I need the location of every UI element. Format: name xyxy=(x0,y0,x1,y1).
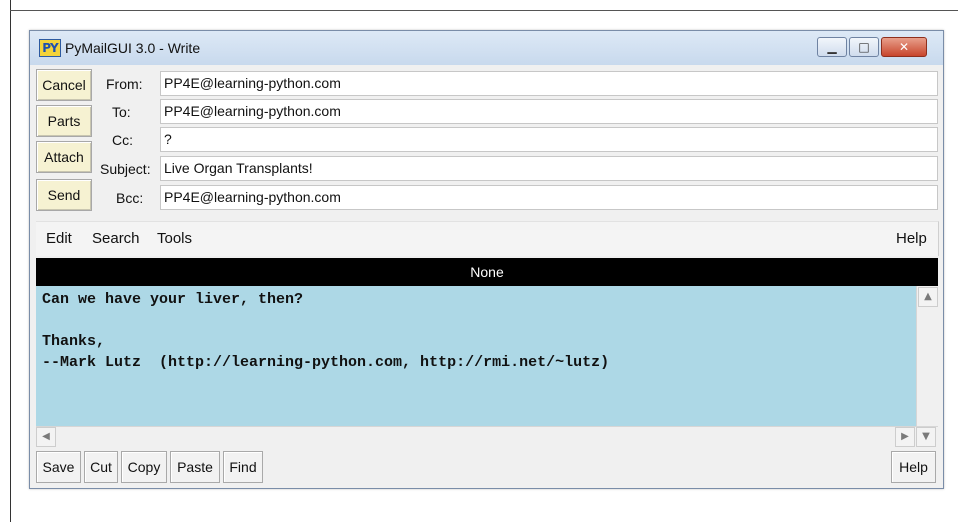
horizontal-scrollbar[interactable]: ◀ ▶ ▼ xyxy=(36,426,938,447)
cc-field[interactable]: ? xyxy=(160,127,938,152)
scroll-right-icon[interactable]: ▶ xyxy=(895,427,915,447)
page-border-top xyxy=(10,10,958,11)
body-line: --Mark Lutz (http://learning-python.com,… xyxy=(42,354,610,371)
to-field[interactable]: PP4E@learning-python.com xyxy=(160,99,938,124)
send-button[interactable]: Send xyxy=(36,179,92,211)
paste-button[interactable]: Paste xyxy=(170,451,220,483)
cancel-button[interactable]: Cancel xyxy=(36,69,92,101)
body-line: Thanks, xyxy=(42,333,106,350)
subject-field[interactable]: Live Organ Transplants! xyxy=(160,156,938,181)
title-bar[interactable]: PY PyMailGUI 3.0 - Write ▁ □ ✕ xyxy=(30,31,943,65)
from-label: From: xyxy=(106,76,143,92)
bcc-field[interactable]: PP4E@learning-python.com xyxy=(160,185,938,210)
attach-button[interactable]: Attach xyxy=(36,141,92,173)
menu-tools[interactable]: Tools xyxy=(157,230,192,248)
menu-edit[interactable]: Edit xyxy=(46,230,72,248)
page-border-left xyxy=(10,0,11,522)
to-label: To: xyxy=(112,104,131,120)
body-line: Can we have your liver, then? xyxy=(42,291,304,308)
minimize-button[interactable]: ▁ xyxy=(817,37,847,57)
cut-button[interactable]: Cut xyxy=(84,451,118,483)
status-bar: None xyxy=(36,258,938,286)
menu-help[interactable]: Help xyxy=(896,230,927,248)
close-button[interactable]: ✕ xyxy=(881,37,927,57)
python-logo-icon: PY xyxy=(39,39,61,57)
subject-label: Subject: xyxy=(100,161,151,177)
menu-bar: Edit Search Tools Help xyxy=(36,221,939,256)
parts-button[interactable]: Parts xyxy=(36,105,92,137)
find-button[interactable]: Find xyxy=(223,451,263,483)
bcc-label: Bcc: xyxy=(116,190,144,206)
help-button[interactable]: Help xyxy=(891,451,936,483)
maximize-button[interactable]: □ xyxy=(849,37,879,57)
compose-window: PY PyMailGUI 3.0 - Write ▁ □ ✕ Cancel Pa… xyxy=(29,30,944,489)
copy-button[interactable]: Copy xyxy=(121,451,167,483)
from-field[interactable]: PP4E@learning-python.com xyxy=(160,71,938,96)
scroll-left-icon[interactable]: ◀ xyxy=(36,427,56,447)
vertical-scrollbar[interactable]: ▲ xyxy=(916,286,938,426)
menu-search[interactable]: Search xyxy=(92,230,140,248)
message-body-editor[interactable]: Can we have your liver, then? Thanks, --… xyxy=(36,286,916,426)
save-button[interactable]: Save xyxy=(36,451,81,483)
cc-label: Cc: xyxy=(112,132,133,148)
bottom-toolbar: Save Cut Copy Paste Find Help xyxy=(36,449,938,483)
scroll-down-icon[interactable]: ▼ xyxy=(916,427,936,447)
scroll-up-icon[interactable]: ▲ xyxy=(918,287,938,307)
window-title: PyMailGUI 3.0 - Write xyxy=(65,40,201,56)
